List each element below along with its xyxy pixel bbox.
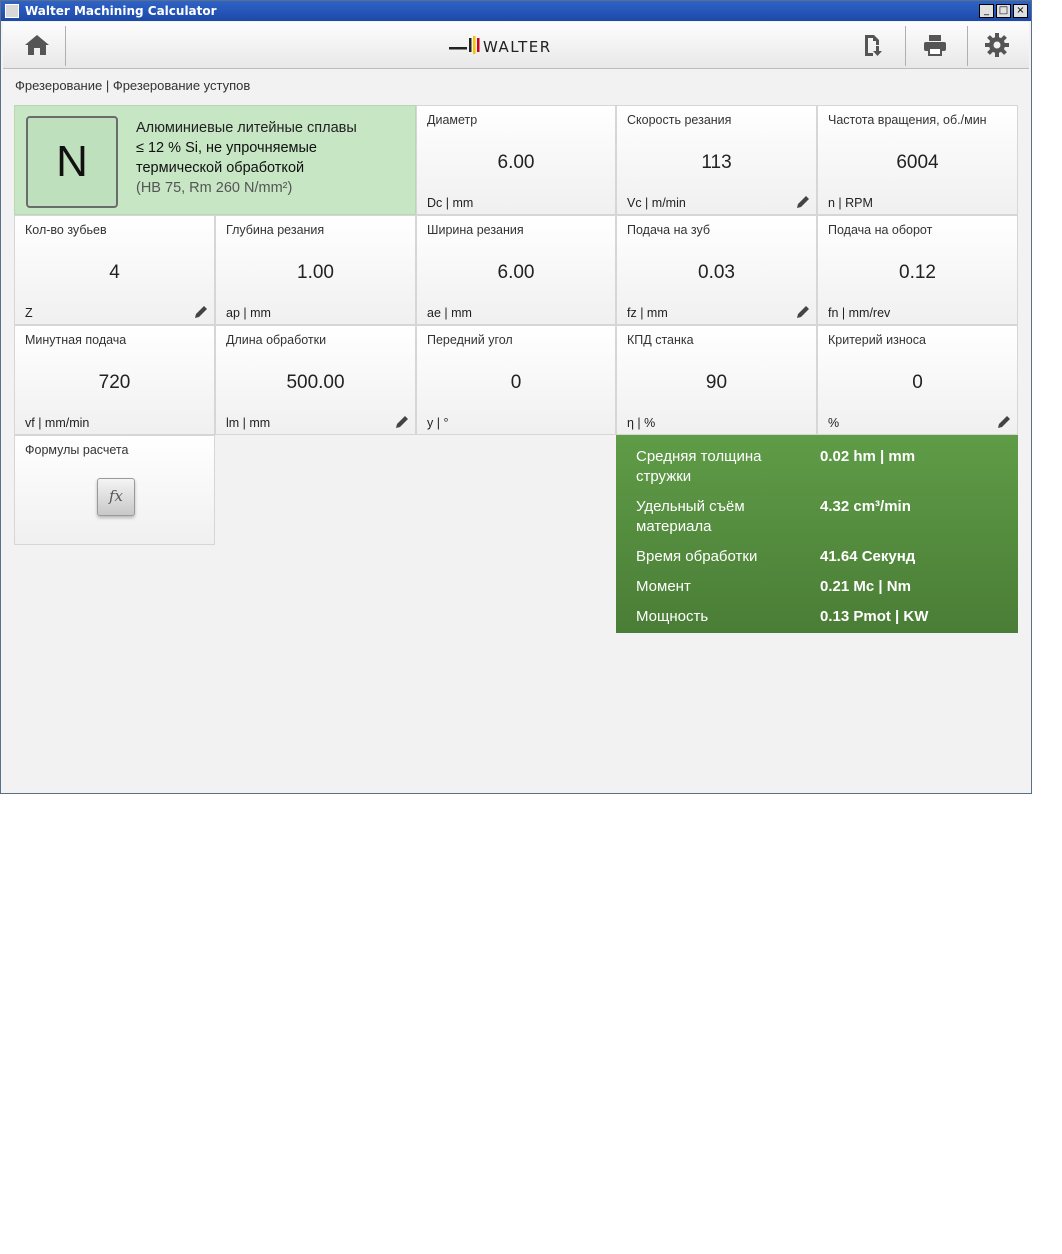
param-tile-feed-per-rev[interactable]: Подача на оборот 0.12 fn | mm/rev xyxy=(817,215,1018,325)
print-icon xyxy=(924,35,946,56)
param-tile-teeth[interactable]: Кол-во зубьев 4 Z xyxy=(14,215,215,325)
param-value: 4 xyxy=(109,262,120,283)
pencil-icon[interactable] xyxy=(796,305,810,319)
material-group-letter: N xyxy=(26,116,118,208)
param-value: 1.00 xyxy=(297,262,334,283)
results-panel: Средняя толщина стружки 0.02 hm | mm Уде… xyxy=(616,435,1018,633)
material-detail: ≤ 12 % Si, не упрочняемые термической об… xyxy=(136,140,317,176)
settings-button[interactable] xyxy=(967,22,1027,68)
export-icon xyxy=(865,35,882,56)
pencil-icon[interactable] xyxy=(194,305,208,319)
result-name: Время обработки xyxy=(636,548,758,565)
param-value: 113 xyxy=(701,152,732,173)
param-value: 6.00 xyxy=(497,152,535,173)
param-tile-width-of-cut[interactable]: Ширина резания 6.00 ae | mm xyxy=(416,215,616,325)
param-unit: fz | mm xyxy=(627,306,668,320)
result-name: Мощность xyxy=(636,608,709,625)
material-properties: (HB 75, Rm 260 N/mm²) xyxy=(136,180,293,196)
home-icon xyxy=(25,35,49,55)
result-name: Удельный съём материала xyxy=(636,498,745,535)
gear-icon xyxy=(985,33,1009,57)
param-value: 0 xyxy=(912,372,923,393)
param-value: 0.12 xyxy=(899,262,936,283)
param-unit: y | ° xyxy=(427,416,449,430)
print-button[interactable] xyxy=(905,22,965,68)
param-label: КПД станка xyxy=(627,333,694,347)
material-tile[interactable]: N Алюминиевые литейные сплавы ≤ 12 % Si,… xyxy=(14,105,416,215)
param-unit: lm | mm xyxy=(226,416,271,430)
param-tile-feed-per-tooth[interactable]: Подача на зуб 0.03 fz | mm xyxy=(616,215,817,325)
param-unit: Z xyxy=(25,306,33,320)
param-label: Длина обработки xyxy=(226,333,327,347)
param-unit: fn | mm/rev xyxy=(828,306,891,320)
param-value: 0.03 xyxy=(698,262,735,283)
pencil-icon[interactable] xyxy=(395,415,409,429)
result-value: 0.21 Mc | Nm xyxy=(820,578,911,595)
param-tile-cutting-speed[interactable]: Скорость резания 113 Vc | m/min xyxy=(616,105,817,215)
formulas-button[interactable]: fx xyxy=(97,478,135,516)
result-value: 4.32 cm³/min xyxy=(820,498,911,515)
maximize-button[interactable]: □ xyxy=(996,4,1011,18)
param-tile-machining-length[interactable]: Длина обработки 500.00 lm | mm xyxy=(215,325,416,435)
param-tile-rake-angle[interactable]: Передний угол 0 y | ° xyxy=(416,325,616,435)
param-label: Критерий износа xyxy=(828,333,926,347)
param-unit: Vc | m/min xyxy=(627,196,686,210)
param-value: 90 xyxy=(705,372,728,393)
param-value: 720 xyxy=(98,372,131,393)
close-button[interactable]: × xyxy=(1013,4,1028,18)
result-value: 41.64 Секунд xyxy=(820,548,916,565)
result-name: Момент xyxy=(636,578,691,595)
param-tile-machine-efficiency[interactable]: КПД станка 90 η | % xyxy=(616,325,817,435)
param-unit: % xyxy=(828,416,840,430)
param-unit: η | % xyxy=(627,416,656,430)
param-value: 0 xyxy=(510,372,522,393)
title-bar: Walter Machining Calculator _ □ × xyxy=(1,1,1031,21)
param-label: Кол-во зубьев xyxy=(25,223,107,237)
formulas-label: Формулы расчета xyxy=(25,443,129,457)
param-label: Диаметр xyxy=(427,113,478,127)
export-button[interactable] xyxy=(843,22,903,68)
param-label: Скорость резания xyxy=(627,113,732,127)
param-value: 500.00 xyxy=(286,372,345,393)
param-unit: Dc | mm xyxy=(427,196,474,210)
param-label: Ширина резания xyxy=(427,223,524,237)
param-tile-feed-rate[interactable]: Минутная подача 720 vf | mm/min xyxy=(14,325,215,435)
param-label: Частота вращения, об./мин xyxy=(828,113,987,127)
param-unit: ap | mm xyxy=(226,306,271,320)
param-label: Подача на оборот xyxy=(828,223,933,237)
param-tile-spindle-speed[interactable]: Частота вращения, об./мин 6004 n | RPM xyxy=(817,105,1018,215)
param-label: Минутная подача xyxy=(25,333,127,347)
result-value: 0.13 Pmot | KW xyxy=(820,608,929,625)
result-name: Средняя толщина стружки xyxy=(636,448,762,485)
home-button[interactable] xyxy=(7,22,67,68)
param-tile-depth-of-cut[interactable]: Глубина резания 1.00 ap | mm xyxy=(215,215,416,325)
app-icon xyxy=(5,4,19,18)
minimize-button[interactable]: _ xyxy=(979,4,994,18)
material-name: Алюминиевые литейные сплавы xyxy=(136,120,357,136)
param-label: Глубина резания xyxy=(226,223,325,237)
toolbar: WALTER xyxy=(3,22,1029,69)
param-value: 6004 xyxy=(896,152,939,173)
brand-text: WALTER xyxy=(483,38,552,56)
pencil-icon[interactable] xyxy=(796,195,810,209)
param-tile-wear-criterion[interactable]: Критерий износа 0 % xyxy=(817,325,1018,435)
pencil-icon[interactable] xyxy=(997,415,1011,429)
breadcrumb[interactable]: Фрезерование | Фрезерование уступов xyxy=(15,78,250,93)
walter-logo: WALTER xyxy=(449,36,552,56)
param-unit: ae | mm xyxy=(427,306,472,320)
param-unit: n | RPM xyxy=(828,196,873,210)
param-tile-diameter[interactable]: Диаметр 6.00 Dc | mm xyxy=(416,105,616,215)
window-title: Walter Machining Calculator xyxy=(25,4,217,18)
param-unit: vf | mm/min xyxy=(25,416,90,430)
result-value: 0.02 hm | mm xyxy=(820,448,916,465)
param-label: Подача на зуб xyxy=(627,223,711,237)
param-label: Передний угол xyxy=(427,333,513,347)
formulas-tile: Формулы расчета fx xyxy=(14,435,215,545)
param-value: 6.00 xyxy=(497,262,535,283)
